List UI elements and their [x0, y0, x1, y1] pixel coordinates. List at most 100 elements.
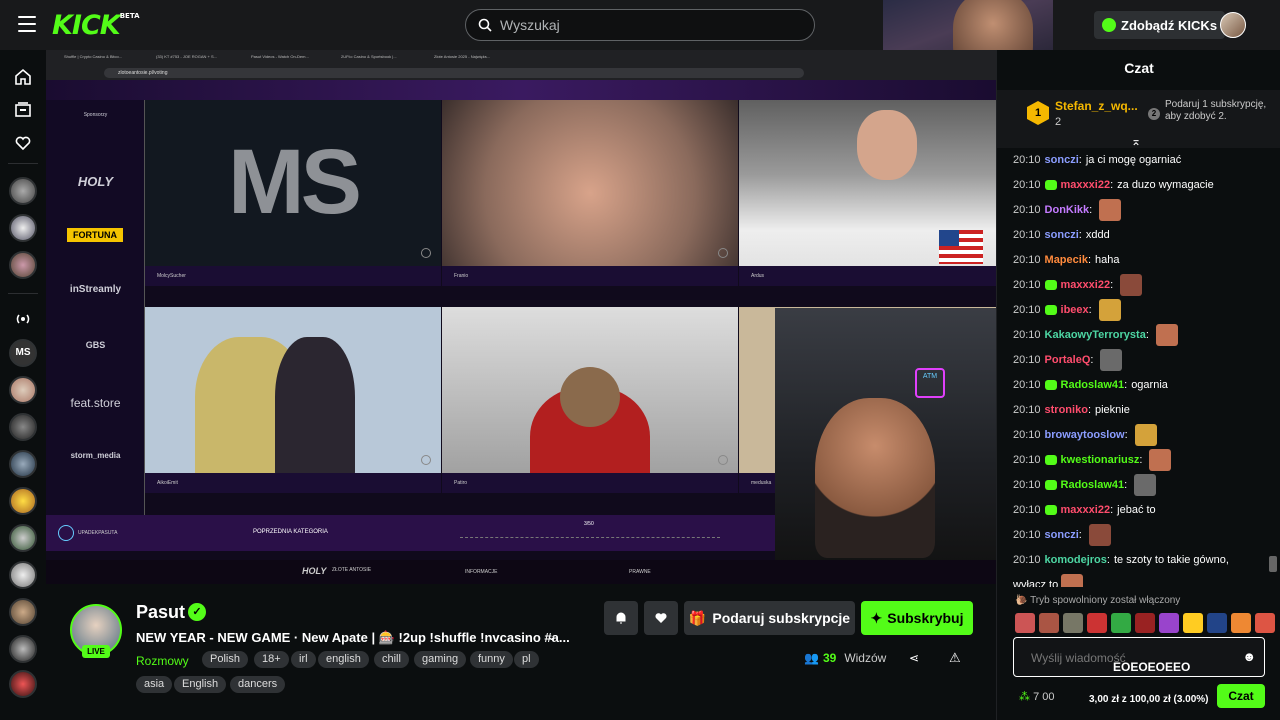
emote-button[interactable]	[1207, 613, 1227, 633]
report-icon[interactable]: ⚠	[949, 650, 961, 666]
emote-button[interactable]	[1159, 613, 1179, 633]
followed-channel-avatar[interactable]	[9, 251, 37, 279]
home-icon[interactable]	[14, 68, 32, 86]
message-username[interactable]: maxxxi22	[1061, 279, 1111, 291]
video-player[interactable]: Shuffle | Crypto Casino & Bitco... (33) …	[46, 50, 996, 584]
emote-button[interactable]	[1015, 613, 1035, 633]
message-username[interactable]: Radoslaw41	[1061, 479, 1125, 491]
recommended-channel-avatar[interactable]	[9, 635, 37, 663]
message-username[interactable]: sonczi	[1045, 229, 1079, 241]
recommended-channel-avatar[interactable]	[9, 413, 37, 441]
message-username[interactable]: maxxxi22	[1061, 179, 1111, 191]
send-chat-button[interactable]: Czat	[1217, 684, 1265, 708]
chat-input[interactable]: Wyślij wiadomość ☻ EOEOEOEEO	[1013, 637, 1265, 677]
message-username[interactable]: sonczi	[1045, 154, 1079, 166]
chat-panel: Czat 1 Stefan_z_wq... 2 2 Podaruj 1 subs…	[996, 50, 1280, 720]
viewers-label: Widzów	[844, 651, 887, 665]
tag[interactable]: 18+	[254, 651, 289, 668]
message-username[interactable]: stroniko	[1045, 404, 1088, 416]
emote-button[interactable]	[1111, 613, 1131, 633]
message-time: 20:10	[1013, 303, 1041, 316]
tag[interactable]: dancers	[230, 676, 286, 693]
message-username[interactable]: DonKikk	[1045, 204, 1090, 216]
browser-tab: Pasut Videos - Watch On-Dem...	[251, 54, 309, 59]
recommended-channel-avatar[interactable]	[9, 670, 37, 698]
message-username[interactable]: maxxxi22	[1061, 504, 1111, 516]
emote-button[interactable]	[1087, 613, 1107, 633]
browser-url: zlotoeantosie.pl/voting	[104, 68, 804, 78]
emote-button[interactable]	[1255, 613, 1275, 633]
stream-category[interactable]: Rozmowy	[136, 654, 189, 668]
emote-button[interactable]	[1183, 613, 1203, 633]
channel-info: LIVE Pasut ✓ NEW YEAR - NEW GAME · New A…	[46, 584, 996, 720]
logo-beta: BETA	[119, 12, 140, 20]
tag[interactable]: funny	[470, 651, 513, 668]
channel-points[interactable]: ⁂ 7 00	[1019, 690, 1054, 703]
notification-button[interactable]	[604, 601, 638, 635]
chat-scrollbar[interactable]	[1269, 556, 1277, 572]
emote-button[interactable]	[1039, 613, 1059, 633]
chat-message: 20:10 maxxxi22:	[1013, 272, 1143, 297]
viewer-count: 👥 39 Widzów	[804, 651, 886, 665]
footer-info: INFORMACJE	[465, 569, 498, 575]
page-indicator: 3/50	[584, 521, 594, 527]
menu-icon[interactable]	[18, 16, 36, 32]
message-colon: :	[1124, 478, 1128, 491]
message-username[interactable]: sonczi	[1045, 529, 1079, 541]
message-username[interactable]: komodejros	[1045, 554, 1107, 566]
emote-button[interactable]	[1063, 613, 1083, 633]
message-time: 20:10	[1013, 203, 1041, 216]
following-icon[interactable]	[14, 134, 32, 152]
search-input[interactable]: Wyszukaj	[465, 9, 815, 41]
followed-channel-avatar[interactable]	[9, 214, 37, 242]
share-icon[interactable]: ⋖	[909, 651, 919, 665]
message-time: 20:10	[1013, 478, 1041, 491]
get-kicks-button[interactable]: Zdobądź KICKs	[1094, 11, 1226, 39]
tag[interactable]: irl	[291, 651, 316, 668]
emoji-icon[interactable]: ☻	[1242, 649, 1256, 664]
channel-name[interactable]: Pasut	[136, 602, 185, 623]
tag[interactable]: asia	[136, 676, 173, 693]
message-username[interactable]: ibeex	[1061, 304, 1089, 316]
browse-icon[interactable]	[14, 101, 32, 119]
recommended-channel-avatar[interactable]	[9, 598, 37, 626]
top-gifter-name[interactable]: Stefan_z_wq...	[1055, 99, 1138, 113]
message-username[interactable]: browaytooslow	[1045, 429, 1125, 441]
collapse-icon[interactable]: ⌅	[1131, 134, 1141, 148]
message-text: xddd	[1085, 228, 1110, 241]
kick-logo[interactable]: KICKBETA	[52, 10, 140, 41]
tag[interactable]: English	[174, 676, 227, 693]
recommended-channel-avatar[interactable]	[9, 561, 37, 589]
message-username[interactable]: Radoslaw41	[1061, 379, 1125, 391]
message-time: 20:10	[1013, 178, 1041, 191]
message-username[interactable]: KakaowyTerrorysta	[1045, 329, 1146, 341]
tag[interactable]: pl	[514, 651, 539, 668]
chat-message: 20:10 stroniko: pieknie	[1013, 397, 1130, 422]
recommended-channel-avatar[interactable]	[9, 376, 37, 404]
recommended-channel-avatar[interactable]	[9, 450, 37, 478]
tag[interactable]: Polish	[202, 651, 248, 668]
message-username[interactable]: Mapecik	[1045, 254, 1088, 266]
message-text: wyłącz to	[1013, 578, 1059, 588]
message-username[interactable]: PortaleQ	[1045, 354, 1091, 366]
message-username[interactable]: kwestionariusz	[1061, 454, 1140, 466]
tag[interactable]: english	[318, 651, 369, 668]
followed-channel-avatar[interactable]	[9, 177, 37, 205]
follow-button[interactable]	[644, 601, 678, 635]
gift-prompt[interactable]: Podaruj 1 subskrypcję, aby zdobyć 2.	[1165, 99, 1275, 123]
prev-category-button[interactable]: POPRZEDNIA KATEGORIA	[253, 529, 328, 535]
recommended-channel-avatar[interactable]	[9, 487, 37, 515]
subscriber-badge-icon	[1044, 504, 1057, 515]
gift-sub-button[interactable]: 🎁 Podaruj subskrypcje	[684, 601, 855, 635]
recommended-channel-avatar[interactable]: MS	[9, 339, 37, 367]
recommended-channel-avatar[interactable]	[9, 524, 37, 552]
user-avatar[interactable]	[1220, 12, 1246, 38]
emote-button[interactable]	[1135, 613, 1155, 633]
chevron-down-icon[interactable]: ⌄	[546, 628, 557, 644]
tag[interactable]: chill	[374, 651, 409, 668]
tag[interactable]: gaming	[414, 651, 467, 668]
bell-icon	[616, 612, 626, 624]
live-channels-icon[interactable]	[14, 310, 32, 328]
subscribe-button[interactable]: ✦ Subskrybuj	[861, 601, 973, 635]
emote-button[interactable]	[1231, 613, 1251, 633]
